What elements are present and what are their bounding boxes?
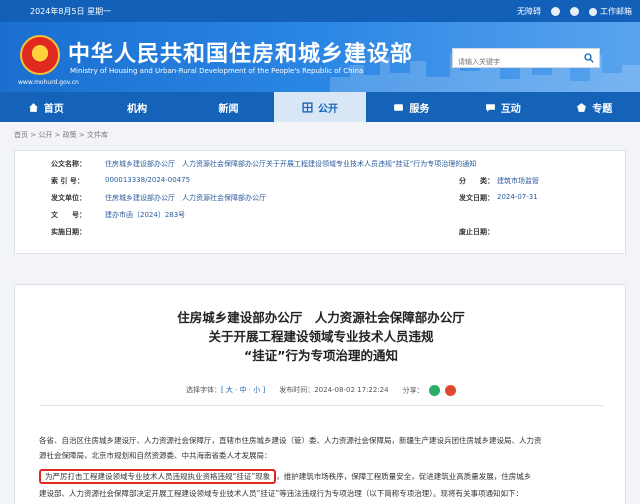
paragraph-2-line-1: 为严厉打击工程建设领域专业技术人员违规执业资格违规“挂证”现象 ，维护建筑市场秩序…	[39, 469, 619, 484]
public-icon	[302, 101, 313, 113]
publish-time: 发布时间：2024-08-02 17:22:24	[279, 386, 389, 394]
work-mail-link[interactable]: 工作邮箱	[589, 6, 632, 17]
info-row-docno: 文 号： 建办市函〔2024〕283号	[51, 211, 186, 219]
site-domain: www.mohurd.gov.cn	[18, 79, 79, 86]
breadcrumb[interactable]: 首页 > 公开 > 政策 > 文件库	[14, 130, 108, 140]
main-nav: 首页 机构 新闻 公开 服务 互动 专题	[0, 92, 640, 122]
search-box	[452, 48, 600, 71]
weibo-icon[interactable]	[551, 7, 560, 16]
info-row-title: 公文名称： 住房城乡建设部办公厅 人力资源社会保障部办公厅关于开展工程建设领域专…	[51, 160, 477, 168]
current-date: 2024年8月5日 星期一	[30, 7, 112, 16]
nav-public[interactable]: 公开	[274, 92, 366, 122]
paragraph-1-line-1: 各省、自治区住房城乡建设厅、人力资源社会保障厅，直辖市住房城乡建设（管）委、人力…	[39, 436, 542, 445]
wechat-icon[interactable]	[570, 7, 579, 16]
divider	[39, 405, 603, 406]
doc-title-line2: 关于开展工程建设领域专业技术人员违规	[208, 329, 434, 344]
document-content: 住房城乡建设部办公厅 人力资源社会保障部办公厅 关于开展工程建设领域专业技术人员…	[14, 284, 626, 504]
service-icon	[394, 103, 404, 111]
highlighted-text: 为严厉打击工程建设领域专业技术人员违规执业资格违规“挂证”现象	[39, 469, 277, 484]
national-emblem-icon[interactable]	[20, 35, 60, 75]
search-button[interactable]	[579, 49, 599, 67]
top-links: 无障碍 工作邮箱	[517, 6, 632, 17]
doc-title-line1: 住房城乡建设部办公厅 人力资源社会保障部办公厅	[177, 310, 465, 325]
nav-service[interactable]: 服务	[366, 92, 457, 122]
document-info-panel: 公文名称： 住房城乡建设部办公厅 人力资源社会保障部办公厅关于开展工程建设领域专…	[14, 150, 626, 254]
share-area: 分享：	[403, 385, 457, 396]
accessibility-link[interactable]: 无障碍	[517, 6, 541, 17]
doc-title-line3: “挂证”行为专项治理的通知	[244, 348, 398, 363]
nav-news[interactable]: 新闻	[183, 92, 274, 122]
paragraph-2-line-2: 建设部、人力资源社会保障部决定开展工程建设领域专业技术人员“挂证”等违法违规行为…	[39, 489, 524, 498]
wechat-share-icon[interactable]	[428, 385, 440, 396]
home-icon	[28, 102, 38, 112]
chat-icon	[485, 103, 495, 112]
font-size-options[interactable]: [ 大 · 中 · 小 ]	[221, 386, 265, 394]
site-title[interactable]: 中华人民共和国住房和城乡建设部	[68, 36, 413, 68]
info-row-impl: 实施日期： 废止日期：	[51, 228, 494, 236]
nav-topic[interactable]: 专题	[549, 92, 640, 122]
info-row-index: 索 引 号： 000013338/2024-00475 分 类： 建筑市场监管	[51, 176, 539, 185]
site-subtitle: Ministry of Housing and Urban-Rural Deve…	[70, 67, 364, 75]
topic-icon	[577, 102, 587, 112]
paragraph-1-line-2: 源社会保障局，北京市规划和自然资源委、中共海南省委人才发展局：	[39, 451, 272, 460]
weibo-share-icon[interactable]	[445, 385, 457, 396]
search-icon	[584, 53, 594, 63]
nav-agency[interactable]: 机构	[91, 92, 182, 122]
info-row-org: 发文单位： 住房城乡建设部办公厅 人力资源社会保障部办公厅 发文日期： 2024…	[51, 193, 538, 202]
search-input[interactable]	[453, 53, 577, 71]
site-header: 中华人民共和国住房和城乡建设部 Ministry of Housing and …	[0, 22, 640, 92]
font-size-selector[interactable]: 选择字体：[ 大 · 中 · 小 ]	[186, 385, 265, 396]
top-bar: 2024年8月5日 星期一 无障碍 工作邮箱	[0, 0, 640, 22]
doc-meta: 选择字体：[ 大 · 中 · 小 ] 发布时间：2024-08-02 17:22…	[15, 385, 627, 396]
nav-home[interactable]: 首页	[0, 92, 91, 122]
nav-interact[interactable]: 互动	[457, 92, 548, 122]
